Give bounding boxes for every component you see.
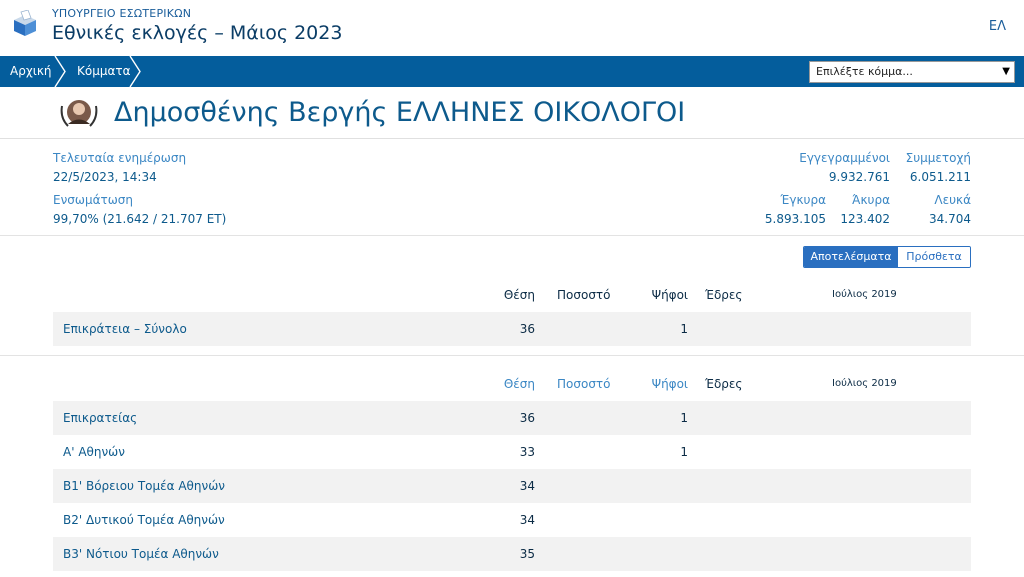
row-votes: 1 (680, 445, 688, 459)
view-toggle: Αποτελέσματα Πρόσθετα (803, 246, 971, 268)
row-votes: 1 (680, 411, 688, 425)
row-name[interactable]: Επικράτεια – Σύνολο (63, 312, 187, 346)
table-row: Επικράτεια – Σύνολο 36 1 (53, 312, 971, 346)
table-row: Β1' Βόρειου Τομέα Αθηνών 34 (53, 469, 971, 503)
registered-value: 9.932.761 (828, 170, 890, 184)
tab-extras[interactable]: Πρόσθετα (898, 247, 970, 267)
table-row: Α' Αθηνών 33 1 (53, 435, 971, 469)
chevron-right-icon (54, 56, 66, 87)
last-update-label: Τελευταία ενημέρωση (53, 151, 187, 165)
ministry-label: ΥΠΟΥΡΓΕΙΟ ΕΣΩΤΕΡΙΚΩΝ (52, 7, 192, 20)
column-header-votes: Ψήφοι (651, 288, 688, 302)
breadcrumb-parties[interactable]: Κόμματα (77, 56, 131, 87)
section-divider (0, 235, 1024, 236)
candidate-header: Δημοσθένης Βεργής ΕΛΛΗΝΕΣ ΟΙΚΟΛΟΓΟΙ (0, 87, 1024, 139)
party-select-value: Επιλέξτε κόμμα... (816, 65, 913, 78)
party-select[interactable]: Επιλέξτε κόμμα... ▼ (809, 61, 1015, 83)
candidate-name: Δημοσθένης Βεργής ΕΛΛΗΝΕΣ ΟΙΚΟΛΟΓΟΙ (114, 97, 686, 128)
registered-label: Εγγεγραμμένοι (799, 151, 890, 165)
row-name[interactable]: Β3' Νότιου Τομέα Αθηνών (63, 537, 219, 571)
turnout-value: 6.051.211 (909, 170, 971, 184)
row-position: 35 (519, 547, 535, 561)
table-row: Επικρατείας 36 1 (53, 401, 971, 435)
valid-value: 5.893.105 (764, 212, 826, 226)
turnout-label: Συμμετοχή (905, 151, 971, 165)
column-header-position-sortable[interactable]: Θέση (483, 377, 535, 391)
column-header-seats: Έδρες (705, 377, 743, 391)
column-header-percent: Ποσοστό (557, 288, 611, 302)
column-header-position: Θέση (503, 288, 535, 302)
chevron-down-icon: ▼ (1002, 66, 1010, 77)
column-header-seats: Έδρες (705, 288, 743, 302)
language-switch[interactable]: ΕΛ (989, 19, 1006, 34)
row-votes: 1 (680, 322, 688, 336)
column-header-percent-sortable[interactable]: Ποσοστό (557, 377, 610, 391)
ballot-box-icon (14, 10, 36, 36)
candidate-avatar (60, 100, 98, 127)
blank-label: Λευκά (934, 193, 971, 207)
invalid-label: Άκυρα (852, 193, 890, 207)
chevron-right-icon (129, 56, 141, 87)
valid-label: Έγκυρα (780, 193, 826, 207)
row-position: 36 (519, 411, 535, 425)
tab-results[interactable]: Αποτελέσματα (804, 247, 898, 267)
section-divider (0, 355, 1024, 356)
column-header-period: Ιούλιος 2019 (832, 378, 897, 389)
column-header-period: Ιούλιος 2019 (832, 289, 897, 300)
breadcrumb-home[interactable]: Αρχική (10, 56, 52, 87)
app-header: ΥΠΟΥΡΓΕΙΟ ΕΣΩΤΕΡΙΚΩΝ Εθνικές εκλογές – Μ… (0, 0, 1024, 56)
integration-value: 99,70% (21.642 / 21.707 ΕΤ) (53, 212, 227, 226)
row-name[interactable]: Β1' Βόρειου Τομέα Αθηνών (63, 469, 225, 503)
row-position: 33 (519, 445, 535, 459)
row-position: 36 (519, 322, 535, 336)
integration-label: Ενσωμάτωση (53, 193, 133, 207)
invalid-value: 123.402 (840, 212, 890, 226)
row-position: 34 (519, 513, 535, 527)
app-title[interactable]: Εθνικές εκλογές – Μάιος 2023 (52, 22, 342, 44)
row-name[interactable]: Β2' Δυτικού Τομέα Αθηνών (63, 503, 225, 537)
row-name[interactable]: Α' Αθηνών (63, 435, 125, 469)
column-header-votes-sortable[interactable]: Ψήφοι (630, 377, 688, 391)
last-update-value: 22/5/2023, 14:34 (53, 170, 157, 184)
row-name[interactable]: Επικρατείας (63, 401, 137, 435)
table-row: Β2' Δυτικού Τομέα Αθηνών 34 (53, 503, 971, 537)
blank-value: 34.704 (929, 212, 971, 226)
row-position: 34 (519, 479, 535, 493)
table-row: Β3' Νότιου Τομέα Αθηνών 35 (53, 537, 971, 571)
